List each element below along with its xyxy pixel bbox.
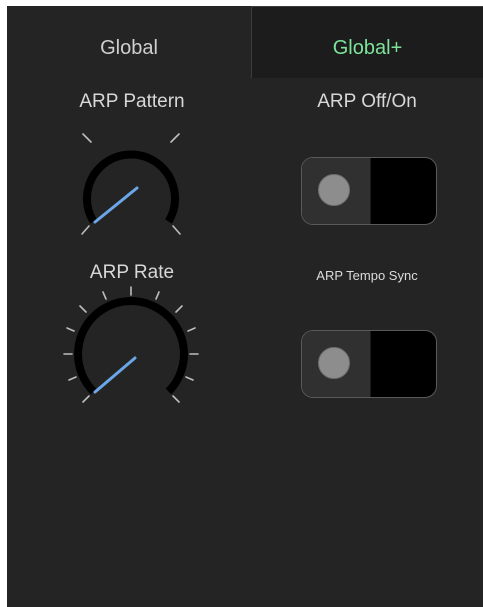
tab-global-plus-label: Global+ <box>332 37 403 59</box>
arp-pattern-knob[interactable] <box>65 122 197 246</box>
arp-off-on-label: ARP Off/On <box>317 91 417 112</box>
tab-global-plus[interactable]: Global+ <box>251 6 483 78</box>
arp-rate-label: ARP Rate <box>89 262 175 283</box>
arp-rate-knob-arc <box>74 297 188 395</box>
arp-tempo-sync-label: ARP Tempo Sync <box>316 268 418 283</box>
arp-pattern-knob-arc <box>83 150 179 224</box>
tab-global-label: Global <box>100 36 158 59</box>
arp-pattern-label: ARP Pattern <box>79 91 185 112</box>
tab-bar: Global Global+ <box>7 6 483 82</box>
arp-rate-knob[interactable] <box>59 284 203 412</box>
arp-tempo-sync-toggle[interactable] <box>301 330 437 398</box>
arp-off-on-toggle[interactable] <box>301 157 437 225</box>
arp-settings-panel: Global Global+ ARP Pattern ARP Off/On AR… <box>7 6 483 607</box>
arp-pattern-knob-pointer <box>93 186 139 224</box>
tab-global[interactable]: Global <box>7 6 251 78</box>
arp-rate-knob-pointer <box>93 356 137 394</box>
arp-tempo-sync-toggle-thumb[interactable] <box>318 347 350 379</box>
arp-off-on-toggle-thumb[interactable] <box>318 174 350 206</box>
